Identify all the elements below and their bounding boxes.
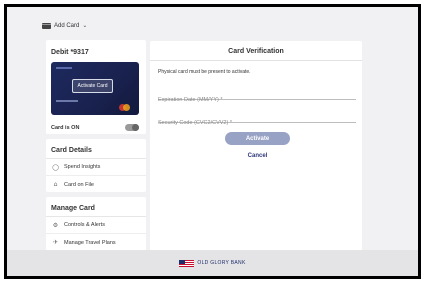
chevron-down-icon: ⌄ (82, 23, 88, 29)
card-details-panel: Card Details ◯ Spend Insights ⌂ Card on … (46, 139, 146, 192)
physical-card-note: Physical card must be present to activat… (158, 69, 251, 75)
debit-card-panel: Debit *9317 Activate Card Card is ON (46, 40, 146, 134)
cart-icon: ⌂ (53, 181, 58, 188)
activate-card-overlay-button[interactable]: Activate Card (72, 79, 113, 93)
add-card-button[interactable]: Add Card ⌄ (42, 22, 87, 29)
footer: OLD GLORY BANK (7, 250, 418, 276)
card-verification-panel: Card Verification Physical card must be … (150, 41, 362, 253)
manage-travel-plans-label: Manage Travel Plans (64, 239, 116, 246)
gear-icon: ⚙ (52, 221, 59, 229)
left-column: Debit *9317 Activate Card Card is ON Car… (46, 40, 146, 255)
controls-alerts-label: Controls & Alerts (64, 222, 105, 228)
credit-card-icon (42, 22, 51, 29)
manage-card-title: Manage Card (46, 197, 146, 217)
expiration-date-field[interactable]: Expiration Date (MM/YY) * (158, 88, 356, 103)
spend-insights-label: Spend Insights (64, 164, 101, 170)
card-verification-title: Card Verification (150, 41, 362, 61)
controls-alerts-item[interactable]: ⚙ Controls & Alerts (46, 217, 146, 234)
flag-logo-icon (179, 259, 195, 267)
card-status-row: Card is ON (51, 124, 139, 131)
card-status-label: Card is ON (51, 124, 80, 131)
card-details-title: Card Details (46, 139, 146, 159)
security-code-field[interactable]: Security Code (CVC2/CVV2) * (158, 111, 356, 126)
app-window: Add Card ⌄ Debit *9317 Activate Card Car… (4, 4, 421, 279)
spend-insights-item[interactable]: ◯ Spend Insights (46, 159, 146, 176)
card-brand-mark (56, 67, 72, 69)
card-number-mark (56, 100, 78, 102)
card-on-file-item[interactable]: ⌂ Card on File (46, 176, 146, 193)
card-on-file-label: Card on File (64, 181, 94, 188)
manage-travel-plans-item[interactable]: ✈ Manage Travel Plans (46, 234, 146, 251)
cancel-button[interactable]: Cancel (225, 153, 290, 163)
manage-card-panel: Manage Card ⚙ Controls & Alerts ✈ Manage… (46, 197, 146, 251)
expiration-date-placeholder: Expiration Date (MM/YY) * (158, 97, 223, 103)
debit-card-title: Debit *9317 (51, 49, 89, 56)
plane-icon: ✈ (52, 239, 59, 246)
bank-brand-name: OLD GLORY BANK (197, 260, 246, 266)
card-image: Activate Card (51, 62, 139, 115)
card-on-toggle[interactable] (125, 124, 139, 131)
activate-button[interactable]: Activate (225, 132, 290, 145)
top-bar: Add Card ⌄ (7, 7, 418, 38)
lightbulb-icon: ◯ (52, 163, 59, 171)
mastercard-logo-orange (123, 104, 130, 111)
security-code-placeholder: Security Code (CVC2/CVV2) * (158, 120, 232, 126)
toggle-knob (132, 124, 139, 131)
add-card-label: Add Card (54, 22, 80, 29)
